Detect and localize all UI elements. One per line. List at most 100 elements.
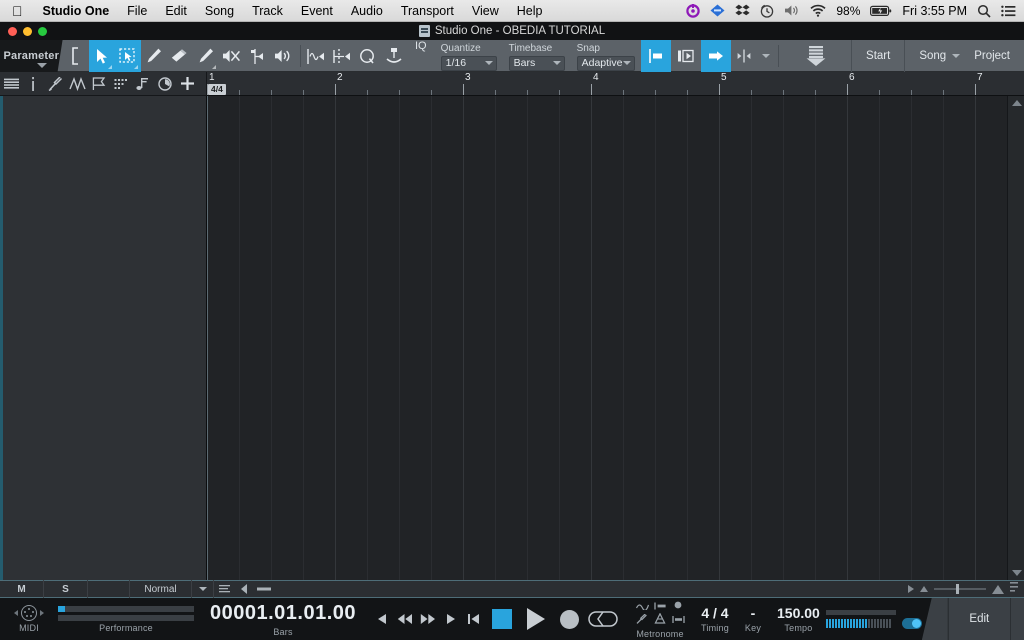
search-icon[interactable]: [977, 0, 991, 22]
snap-relative-icon[interactable]: [731, 40, 757, 72]
playhead[interactable]: [207, 96, 208, 580]
menu-studio-one[interactable]: Studio One: [34, 0, 119, 22]
return-to-start-button[interactable]: [462, 598, 485, 640]
track-mode-dropdown[interactable]: [192, 580, 214, 598]
snap-options-dropdown[interactable]: [757, 40, 775, 72]
metronome-setup-icon[interactable]: [636, 611, 648, 629]
menu-audio[interactable]: Audio: [342, 0, 392, 22]
mute-tool[interactable]: [219, 40, 245, 72]
range-bracket-tool[interactable]: [63, 40, 89, 72]
track-list-icon[interactable]: [0, 72, 22, 96]
grip-icon[interactable]: [1010, 582, 1018, 596]
arrow-tool[interactable]: [89, 40, 115, 72]
metronome-tap-icon[interactable]: [672, 611, 685, 629]
key-section[interactable]: - Key: [745, 605, 761, 633]
export-mixdown-button[interactable]: [781, 40, 851, 72]
dropbox-icon[interactable]: [735, 0, 750, 22]
scroll-up-button[interactable]: [1008, 96, 1024, 110]
arranger-grid-icon[interactable]: [110, 72, 132, 96]
solo-button[interactable]: S: [44, 580, 88, 598]
zoom-small-icon[interactable]: [920, 586, 928, 592]
menu-transport[interactable]: Transport: [392, 0, 463, 22]
chord-track-icon[interactable]: [132, 72, 154, 96]
automation-icon[interactable]: [66, 72, 88, 96]
volume-icon[interactable]: [784, 0, 800, 22]
ruler-bar-line: [847, 84, 848, 96]
menu-view[interactable]: View: [463, 0, 508, 22]
add-track-icon[interactable]: [176, 72, 198, 96]
iq-label[interactable]: IQ: [407, 40, 435, 71]
diamond-icon[interactable]: [710, 0, 725, 22]
battery-icon[interactable]: [870, 0, 892, 22]
timeline-ruler[interactable]: 1234567 4/4: [207, 72, 1017, 96]
edit-tab[interactable]: Edit: [948, 598, 1010, 640]
next-marker-button[interactable]: [439, 598, 462, 640]
control-center-icon[interactable]: [1001, 0, 1016, 22]
timestretch-left-icon[interactable]: [303, 40, 329, 72]
listen-tool[interactable]: [271, 40, 297, 72]
output-toggle-icon[interactable]: [902, 618, 922, 629]
quantize-q-icon[interactable]: [355, 40, 381, 72]
menu-track[interactable]: Track: [243, 0, 292, 22]
snap-to-events-icon[interactable]: [671, 40, 701, 72]
tie-note-icon[interactable]: [381, 40, 407, 72]
wifi-icon[interactable]: [810, 0, 826, 22]
timing-section[interactable]: 4 / 4 Timing: [701, 605, 729, 633]
track-list-panel[interactable]: [0, 96, 207, 580]
track-mode-label[interactable]: Normal: [130, 580, 192, 598]
time-signature-badge[interactable]: 4/4: [208, 84, 226, 95]
paint-tool[interactable]: [193, 40, 219, 72]
menu-event[interactable]: Event: [292, 0, 342, 22]
tools-wrench-icon[interactable]: [44, 72, 66, 96]
vertical-scrollbar[interactable]: [1007, 96, 1024, 580]
resize-handle-icon[interactable]: [254, 580, 274, 598]
scroll-down-button[interactable]: [1008, 566, 1024, 580]
record-button[interactable]: [553, 598, 585, 640]
snap-to-bar-icon[interactable]: [701, 40, 731, 72]
apple-icon[interactable]: : [0, 4, 34, 18]
zoom-slider-knob[interactable]: [956, 584, 959, 594]
timebase-select[interactable]: Bars: [509, 56, 565, 71]
zoom-slider[interactable]: [934, 588, 986, 590]
menu-song[interactable]: Song: [196, 0, 243, 22]
eraser-tool[interactable]: [167, 40, 193, 72]
project-button[interactable]: Project: [960, 40, 1024, 72]
menu-bar-clock[interactable]: Fri 3:55 PM: [902, 0, 967, 22]
quantize-select[interactable]: 1/16: [441, 56, 497, 71]
start-button[interactable]: Start: [851, 40, 904, 72]
zoom-large-icon[interactable]: [992, 585, 1004, 594]
tempo-section[interactable]: 150.00 Tempo: [777, 605, 820, 633]
fast-forward-button[interactable]: [416, 598, 439, 640]
range-select-tool[interactable]: [115, 40, 141, 72]
parameter-dropdown[interactable]: Parameter: [0, 40, 63, 72]
loop-button[interactable]: [585, 598, 621, 640]
mute-button[interactable]: M: [0, 580, 44, 598]
stop-button[interactable]: [485, 598, 519, 640]
snap-select[interactable]: Adaptive: [577, 56, 635, 71]
menu-edit[interactable]: Edit: [156, 0, 196, 22]
inspector-icon[interactable]: [22, 72, 44, 96]
mix-tab[interactable]: Mix: [1010, 598, 1024, 640]
previous-marker-button[interactable]: [370, 598, 393, 640]
timecode-display[interactable]: 00001.01.01.00 Bars: [210, 602, 356, 637]
rewind-button[interactable]: [393, 598, 416, 640]
arrow-left-icon[interactable]: [234, 580, 254, 598]
bend-tool[interactable]: [245, 40, 271, 72]
play-button[interactable]: [519, 598, 553, 640]
timestretch-right-icon[interactable]: [329, 40, 355, 72]
song-button[interactable]: Song: [904, 40, 952, 72]
clock-icon[interactable]: [760, 0, 774, 22]
metronome-accent-icon[interactable]: [654, 611, 666, 629]
transport-right-wedge: [922, 598, 948, 640]
menu-file[interactable]: File: [118, 0, 156, 22]
marker-flag-icon[interactable]: [88, 72, 110, 96]
snap-to-grid-icon[interactable]: [641, 40, 671, 72]
target-icon[interactable]: [686, 0, 700, 22]
list-lines-icon[interactable]: [214, 580, 234, 598]
split-pencil-tool[interactable]: [141, 40, 167, 72]
tempo-clock-icon[interactable]: [154, 72, 176, 96]
arrangement-area[interactable]: [207, 96, 1007, 580]
play-arrow-icon[interactable]: [908, 585, 914, 593]
menu-help[interactable]: Help: [508, 0, 552, 22]
song-dropdown[interactable]: [952, 40, 960, 72]
